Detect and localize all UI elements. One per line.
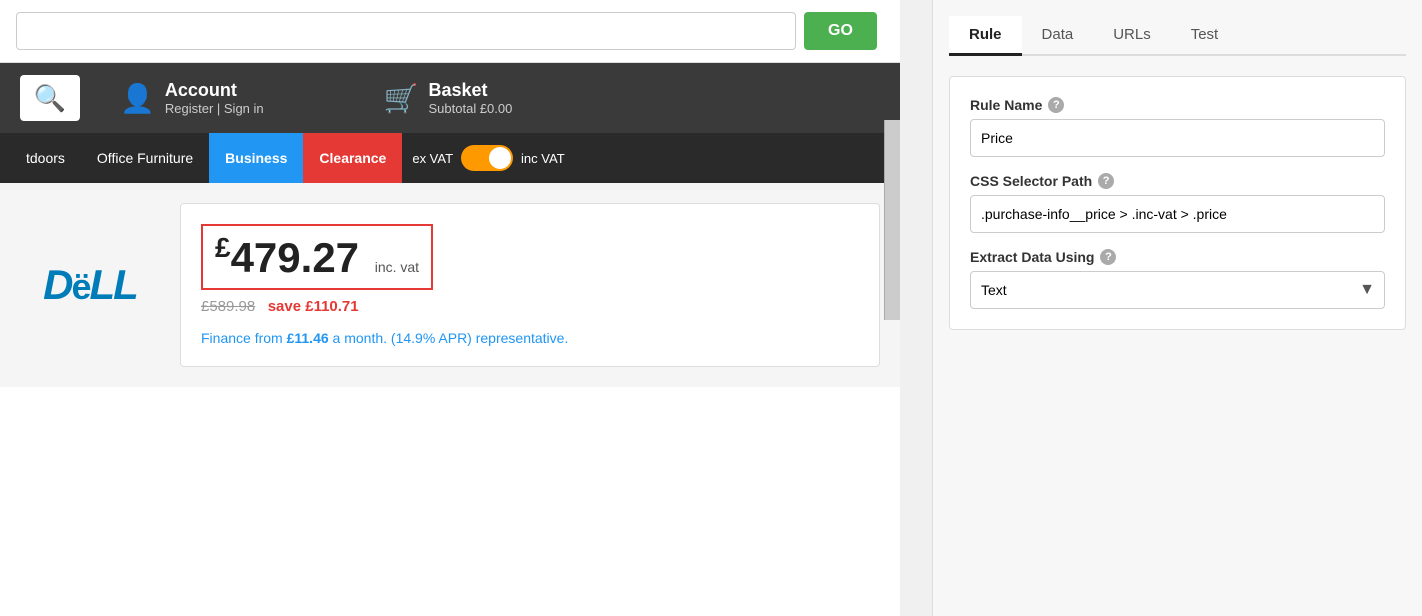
- rule-name-input[interactable]: [970, 119, 1385, 157]
- css-selector-help-icon[interactable]: ?: [1098, 173, 1114, 189]
- price-row-2: £589.98 save £110.71: [201, 298, 859, 316]
- tab-bar: Rule Data URLs Test: [949, 16, 1406, 56]
- tab-rule[interactable]: Rule: [949, 16, 1022, 56]
- vat-switch[interactable]: [461, 145, 513, 171]
- person-icon: 👤: [120, 82, 155, 115]
- inc-vat-label: inc VAT: [521, 151, 565, 166]
- dark-nav: 🔍 👤 Account Register | Sign in 🛒 Basket …: [0, 63, 900, 133]
- search-bar-area: GO: [0, 0, 900, 63]
- save-price: save £110.71: [268, 298, 359, 315]
- rule-name-help-icon[interactable]: ?: [1048, 97, 1064, 113]
- account-text: Account Register | Sign in: [165, 80, 264, 116]
- scrollbar[interactable]: [884, 120, 900, 320]
- category-nav: tdoors Office Furniture Business Clearan…: [0, 133, 900, 183]
- extract-help-icon[interactable]: ?: [1100, 249, 1116, 265]
- search-icon: 🔍: [34, 83, 66, 114]
- dell-logo: DëLL: [43, 261, 137, 309]
- cat-clearance[interactable]: Clearance: [303, 133, 402, 183]
- extract-select[interactable]: Text HTML Attribute: [970, 271, 1385, 309]
- finance-text: Finance from £11.46 a month. (14.9% APR)…: [201, 330, 859, 346]
- extract-label-wrap: Extract Data Using ?: [970, 249, 1385, 265]
- toggle-knob: [489, 147, 511, 169]
- search-input[interactable]: [16, 12, 796, 50]
- account-sub: Register | Sign in: [165, 101, 264, 116]
- rule-name-label: Rule Name: [970, 97, 1042, 113]
- cat-office-furniture[interactable]: Office Furniture: [81, 133, 209, 183]
- website-preview: GO 🔍 👤 Account Register | Sign in 🛒 Bask…: [0, 0, 900, 616]
- tab-data[interactable]: Data: [1022, 16, 1094, 56]
- rule-name-label-wrap: Rule Name ?: [970, 97, 1385, 113]
- basket-section[interactable]: 🛒 Basket Subtotal £0.00: [384, 80, 513, 116]
- basket-sub: Subtotal £0.00: [429, 101, 513, 116]
- main-price: £479.27: [215, 234, 371, 281]
- account-section[interactable]: 👤 Account Register | Sign in: [120, 80, 264, 116]
- basket-icon: 🛒: [384, 82, 419, 115]
- rule-panel: Rule Data URLs Test Rule Name ? CSS Sele…: [932, 0, 1422, 616]
- extract-select-wrap: Text HTML Attribute ▼: [970, 271, 1385, 309]
- go-button[interactable]: GO: [804, 12, 877, 50]
- inc-vat-text: inc. vat: [375, 259, 419, 275]
- finance-amount: £11.46: [287, 330, 329, 346]
- cat-outdoors[interactable]: tdoors: [10, 133, 81, 183]
- extract-label: Extract Data Using: [970, 249, 1094, 265]
- css-selector-label: CSS Selector Path: [970, 173, 1092, 189]
- product-info: £479.27 inc. vat £589.98 save £110.71 Fi…: [180, 203, 880, 367]
- panel-content: Rule Name ? CSS Selector Path ? Extract …: [949, 76, 1406, 330]
- ex-vat-label: ex VAT: [412, 151, 453, 166]
- basket-label: Basket: [429, 80, 513, 101]
- product-area: DëLL £479.27 inc. vat £589.98 save £110.…: [0, 183, 900, 387]
- price-value: 479.27: [231, 234, 359, 281]
- css-selector-input[interactable]: [970, 195, 1385, 233]
- search-icon-wrap[interactable]: 🔍: [20, 75, 80, 121]
- tab-urls[interactable]: URLs: [1093, 16, 1171, 56]
- vat-toggle: ex VAT inc VAT: [412, 145, 564, 171]
- css-selector-label-wrap: CSS Selector Path ?: [970, 173, 1385, 189]
- account-label: Account: [165, 80, 264, 101]
- basket-text: Basket Subtotal £0.00: [429, 80, 513, 116]
- currency-symbol: £: [215, 232, 231, 263]
- old-price: £589.98: [201, 298, 255, 315]
- brand-logo: DëLL: [20, 203, 160, 367]
- tab-test[interactable]: Test: [1171, 16, 1239, 56]
- price-box: £479.27 inc. vat: [201, 224, 433, 290]
- cat-business[interactable]: Business: [209, 133, 303, 183]
